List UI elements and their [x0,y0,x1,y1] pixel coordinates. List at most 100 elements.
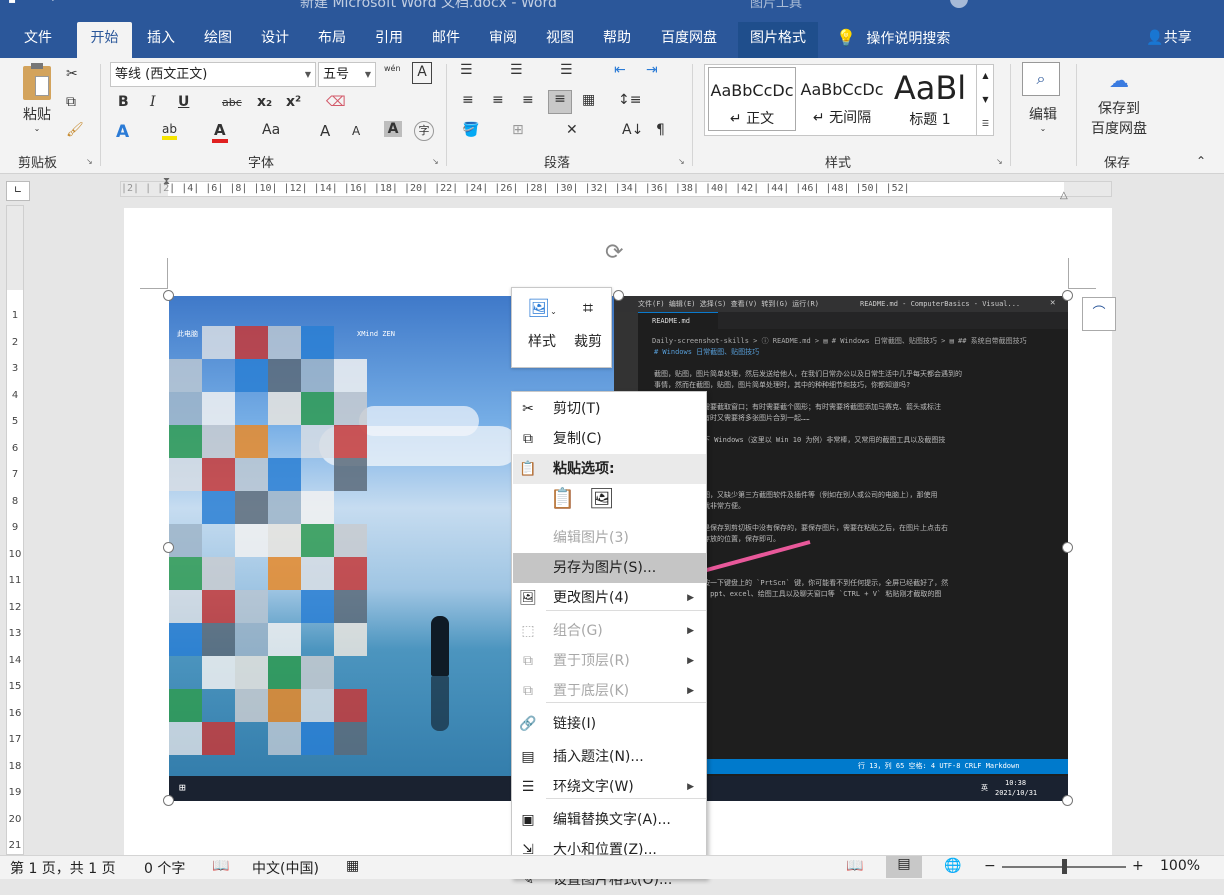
tab-help[interactable]: 帮助 [592,22,642,58]
menu-item[interactable]: ⧉ 置于底层(K) ▶ [513,676,706,706]
resize-handle[interactable] [1062,290,1073,301]
tab-design[interactable]: 设计 [250,22,300,58]
web-layout-icon[interactable]: 🌐 [944,858,961,874]
clear-format-icon[interactable]: ⌫ [326,94,346,110]
menu-item[interactable]: 另存为图片(S)... [513,553,706,583]
font-launcher-icon[interactable]: ↘ [432,157,439,166]
accessibility-icon[interactable]: ▦ [346,858,359,874]
align-left-icon[interactable]: ≡ [462,92,474,108]
resize-handle[interactable] [163,795,174,806]
format-painter-icon[interactable]: 🖌 [66,122,84,138]
collapse-ribbon-icon[interactable]: ⌃ [1196,154,1206,168]
italic-button[interactable]: I [150,94,156,110]
print-layout-icon[interactable]: ▤ [886,856,922,878]
bullets-icon[interactable]: ☰ [460,62,473,78]
highlight-color-icon[interactable]: ab [162,122,177,140]
menu-item[interactable]: 编辑图片(3) [513,523,706,553]
right-indent-marker-icon[interactable]: △ [1060,190,1068,201]
crop-button[interactable]: ⌗ 裁剪 [568,298,608,351]
tab-insert[interactable]: 插入 [136,22,186,58]
resize-handle[interactable] [163,290,174,301]
multilevel-list-icon[interactable]: ☰ [560,62,573,78]
menu-item[interactable]: ☰ 环绕文字(W) ▶ [513,772,706,802]
align-right-icon[interactable]: ≡ [522,92,534,108]
tab-selector[interactable]: ∟ [6,181,30,201]
copy-icon[interactable]: ⧉ [66,94,76,110]
sort-icon[interactable]: A↓ [622,122,643,138]
style-normal[interactable]: AaBbCcDc ↵ 正文 [708,67,796,131]
numbering-icon[interactable]: ☰ [510,62,523,78]
clipboard-launcher-icon[interactable]: ↘ [86,157,93,166]
tab-home[interactable]: 开始 [77,22,132,58]
picture-paste-icon[interactable]: 🖼 [589,486,614,510]
strikethrough-button[interactable]: abc [222,96,242,109]
change-case-button[interactable]: Aa [262,122,280,138]
justify-icon[interactable]: ≡ [548,90,572,114]
distributed-icon[interactable]: ▦ [582,92,595,108]
menu-item[interactable]: ✂ 剪切(T) [513,394,706,424]
font-size-dropdown[interactable]: 五号 ▼ [318,62,376,87]
resize-handle[interactable] [613,290,624,301]
menu-item[interactable]: 🖼 更改图片(4) ▶ [513,583,706,613]
indent-marker-icon[interactable]: ⧗ [163,176,170,187]
save-to-baidu-button[interactable]: ☁ 保存到 百度网盘 [1084,68,1154,138]
tab-mailings[interactable]: 邮件 [421,22,471,58]
subscript-button[interactable]: x₂ [257,94,272,110]
tab-baidu-netdisk[interactable]: 百度网盘 [650,22,728,58]
editing-button[interactable]: ⌕ 编辑 ⌄ [1022,62,1064,133]
tab-file[interactable]: 文件 [12,22,64,58]
phonetic-guide-icon[interactable]: wén [384,64,401,73]
font-name-dropdown[interactable]: 等线 (西文正文) ▼ [110,62,316,87]
tab-layout[interactable]: 布局 [307,22,357,58]
keep-format-paste-icon[interactable]: 📋 [550,486,575,510]
text-effects-icon[interactable]: A [116,122,129,142]
undo-icon[interactable]: ↶ [50,0,60,6]
zoom-in-button[interactable]: + [1132,858,1144,874]
language-status[interactable]: 中文(中国) [252,858,319,878]
resize-handle[interactable] [1062,542,1073,553]
cut-icon[interactable]: ✂ [66,66,78,82]
page-count[interactable]: 第 1 页，共 1 页 [10,858,116,878]
resize-handle[interactable] [1062,795,1073,806]
shading-icon[interactable]: 🪣 [462,122,479,138]
superscript-button[interactable]: x² [286,94,301,110]
underline-button[interactable]: U [178,94,189,110]
read-mode-icon[interactable]: 📖 [846,858,863,874]
decrease-indent-icon[interactable]: ⇤ [614,62,626,78]
increase-indent-icon[interactable]: ⇥ [646,62,658,78]
show-marks-icon[interactable]: ¶ [656,122,665,138]
proofing-icon[interactable]: 📖 [212,858,229,874]
tab-review[interactable]: 审阅 [478,22,528,58]
menu-item[interactable]: ▣ 编辑替换文字(A)... [513,805,706,835]
tab-picture-format[interactable]: 图片格式 [738,22,818,58]
tab-draw[interactable]: 绘图 [193,22,243,58]
bold-button[interactable]: B [118,94,129,110]
menu-item[interactable]: ⧉ 置于顶层(R) ▶ [513,646,706,676]
tab-references[interactable]: 引用 [364,22,414,58]
menu-item[interactable]: ⬚ 组合(G) ▶ [513,616,706,646]
borders-icon[interactable]: ⊞ [512,122,524,138]
paste-button[interactable]: 粘贴 ⌄ [14,63,60,144]
align-center-icon[interactable]: ≡ [492,92,504,108]
zoom-level[interactable]: 100% [1160,858,1200,874]
rotate-handle-icon[interactable]: ⟳ [605,240,623,265]
zoom-slider-thumb[interactable] [1062,859,1067,874]
line-spacing-icon[interactable]: ↕≡ [618,92,641,108]
enclose-char-icon[interactable]: 字 [414,121,434,141]
tell-me-search[interactable]: 💡 操作说明搜索 [836,22,972,58]
char-shading-icon[interactable]: A [384,121,402,137]
zoom-out-button[interactable]: − [984,858,996,874]
grow-font-button[interactable]: A [320,122,330,140]
paragraph-launcher-icon[interactable]: ↘ [678,157,685,166]
tab-view[interactable]: 视图 [535,22,585,58]
char-border-icon[interactable]: A [412,62,432,84]
share-button[interactable]: 👤共享 [1138,22,1200,58]
font-color-icon[interactable]: A [212,121,228,143]
layout-options-button[interactable]: ⌒ [1082,297,1116,331]
chinese-layout-icon[interactable]: ✕ [566,122,578,138]
styles-scroll[interactable]: ▲ ▼ ☰ [976,64,994,136]
style-no-spacing[interactable]: AaBbCcDc ↵ 无间隔 [798,67,886,131]
style-heading-1[interactable]: AaBl 标题 1 [888,67,972,131]
menu-item[interactable]: ⧉ 复制(C) [513,424,706,454]
vertical-ruler[interactable]: 1 2 3 4 5 6 7 8 9 10 11 12 13 14 15 16 17 18 19 20 21 [6,205,24,855]
